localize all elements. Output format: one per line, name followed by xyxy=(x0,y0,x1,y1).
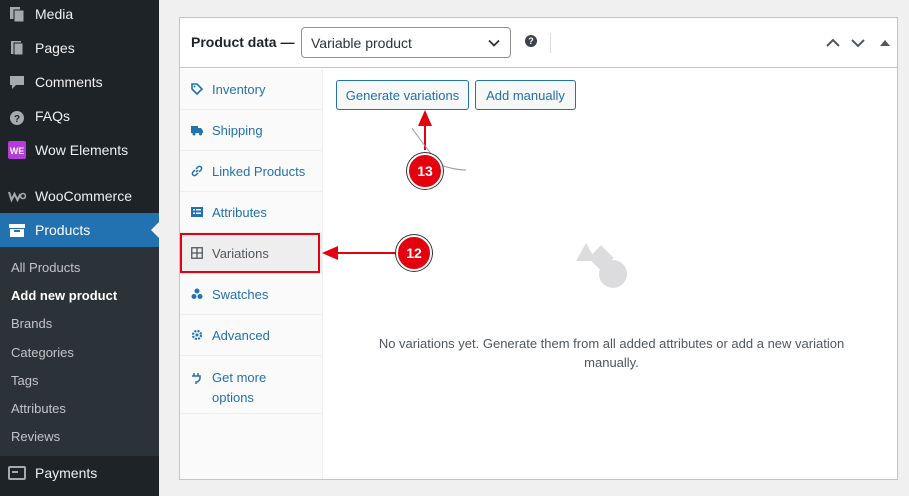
arrow-13-head xyxy=(418,110,432,126)
annotation-arrows xyxy=(322,110,467,260)
arrow-12-head xyxy=(322,246,338,260)
step-12-callout: 12 xyxy=(396,235,432,271)
step-13-callout: 13 xyxy=(407,153,443,189)
